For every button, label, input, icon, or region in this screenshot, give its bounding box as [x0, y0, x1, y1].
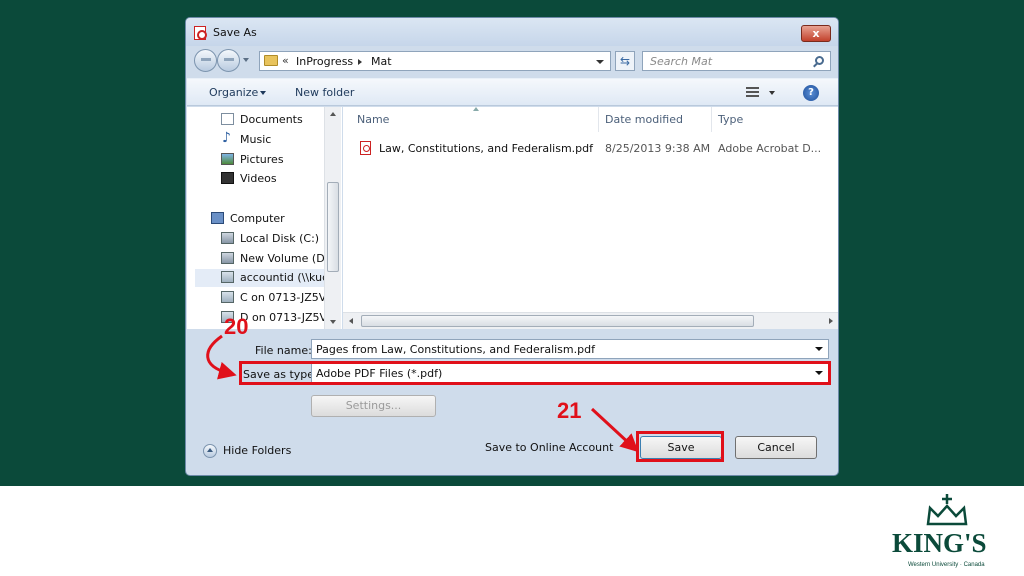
logo-name: KING'S	[892, 528, 987, 558]
crown-logo-icon	[926, 494, 968, 526]
annotation-arrows	[206, 334, 639, 453]
step-21-arrow	[590, 407, 639, 453]
logo-subtitle: Western University · Canada	[908, 562, 985, 568]
step-20-arrow	[206, 334, 237, 380]
kings-logo: KING'S Western University · Canada	[880, 490, 1020, 574]
